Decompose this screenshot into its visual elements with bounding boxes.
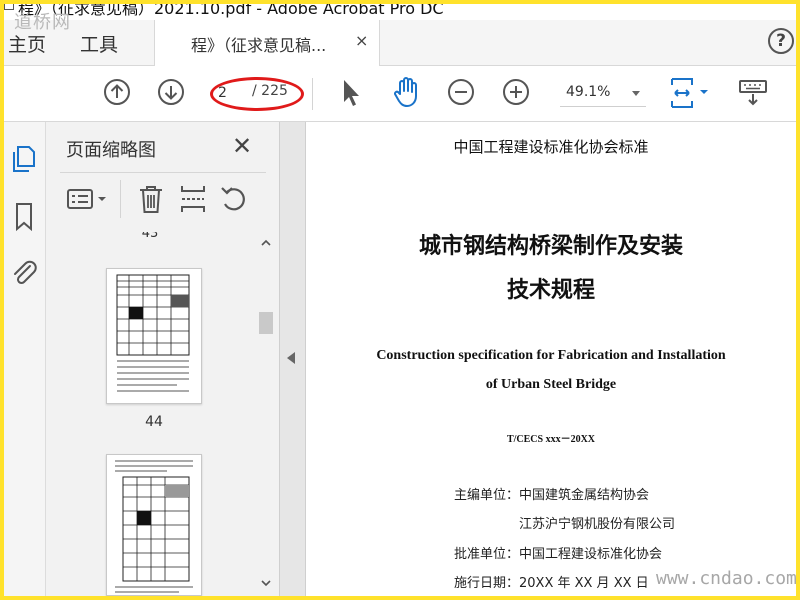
hand-icon	[394, 77, 417, 107]
panel-toolbar	[60, 178, 270, 222]
page-preview	[116, 274, 190, 392]
insert-page-icon	[181, 186, 205, 212]
meta-value: 江苏沪宁钢机股份有限公司	[519, 517, 676, 532]
main-toolbar: / 225 49.1%	[4, 66, 796, 122]
tab-close-icon[interactable]: ×	[355, 31, 368, 50]
zoom-out-button[interactable]	[446, 77, 476, 107]
paperclip-icon	[14, 260, 37, 285]
red-annotation-ellipse	[210, 77, 304, 111]
meta-value: 20XX 年 XX 月 XX 日	[519, 576, 649, 591]
bookmark-icon	[16, 203, 32, 232]
document-title-line1: 城市钢结构桥梁制作及安装	[418, 234, 683, 259]
minus-circle-icon	[448, 79, 474, 105]
chevron-down-icon	[632, 91, 640, 96]
page-thumbnail[interactable]	[106, 454, 202, 596]
panel-collapse-handle[interactable]	[280, 122, 306, 596]
navigation-rail	[4, 122, 46, 596]
document-page: 中国工程建设标准化协会标准 城市钢结构桥梁制作及安装 技术规程 Construc…	[306, 122, 796, 596]
arrow-down-circle-icon	[158, 79, 184, 105]
zoom-in-button[interactable]	[501, 77, 531, 107]
thumbnail-scrollbar[interactable]	[256, 234, 274, 594]
panel-divider	[60, 172, 266, 173]
tab-home[interactable]: 主页	[8, 30, 46, 57]
attachments-button[interactable]	[8, 256, 42, 290]
cursor-arrow-icon	[344, 80, 359, 106]
bookmarks-button[interactable]	[8, 200, 42, 234]
page-fit-button[interactable]	[668, 76, 714, 110]
page-thumbnails-icon	[13, 146, 35, 172]
zoom-select[interactable]: 49.1%	[560, 81, 646, 107]
scrollbar-thumb[interactable]	[259, 312, 273, 334]
document-icon	[4, 0, 14, 10]
keyboard-button[interactable]	[738, 79, 768, 107]
meta-value: 中国工程建设标准化协会	[519, 547, 663, 562]
keyboard-icon	[739, 80, 767, 106]
tab-document-label: 程》（征求意见稿...	[191, 36, 327, 55]
insert-page-button[interactable]	[178, 183, 208, 215]
collapse-arrow-icon	[287, 352, 295, 364]
meta-label: 施行日期：	[454, 576, 520, 591]
toolbar-divider	[312, 78, 313, 110]
page-thumbnails-panel: 页面缩略图 ✕ 43 44	[46, 122, 280, 596]
panel-title: 页面缩略图	[66, 140, 156, 161]
meta-label: 主编单位：	[454, 488, 520, 503]
chevron-up-icon[interactable]	[260, 238, 272, 248]
window-title-bar: 程》（征求意见稿）2021.10.pdf - Adobe Acrobat Pro…	[4, 0, 796, 20]
page-thumbnail[interactable]	[106, 268, 202, 404]
standard-organization: 中国工程建设标准化协会标准	[453, 138, 649, 156]
thumbnail-label: 43	[141, 232, 159, 241]
thumbnail-label: 44	[145, 414, 163, 430]
meta-value: 中国建筑金属结构协会	[519, 488, 650, 503]
thumbnail-list: 43 44	[60, 232, 256, 596]
page-preview	[115, 460, 193, 593]
watermark-logo: 道桥网	[14, 12, 71, 33]
hand-tool-button[interactable]	[390, 75, 424, 109]
document-title-line2: 技术规程	[506, 278, 595, 303]
plus-circle-icon	[503, 79, 529, 105]
delete-page-button[interactable]	[136, 183, 166, 215]
page-fit-icon	[671, 78, 708, 108]
window-title: 程》（征求意见稿）2021.10.pdf - Adobe Acrobat Pro…	[18, 0, 444, 18]
close-icon[interactable]: ✕	[232, 132, 252, 160]
arrow-up-circle-icon	[104, 79, 130, 105]
rotate-page-button[interactable]	[218, 183, 250, 215]
english-title-line1: Construction specification for Fabricati…	[376, 348, 726, 363]
page-thumbnails-button[interactable]	[8, 142, 42, 176]
options-menu-button[interactable]	[66, 186, 110, 214]
help-icon[interactable]: ?	[768, 28, 794, 54]
english-title-line2: of Urban Steel Bridge	[485, 377, 617, 392]
watermark-url: www.cndao.com	[656, 568, 797, 589]
standard-code: T/CECS xxx－20XX	[506, 434, 596, 445]
tab-document[interactable]: 程》（征求意见稿... ×	[154, 20, 380, 67]
chevron-down-icon[interactable]	[260, 578, 272, 588]
trash-icon	[140, 186, 162, 213]
tab-tools[interactable]: 工具	[80, 30, 118, 57]
rotate-icon	[221, 187, 245, 211]
next-page-button[interactable]	[156, 77, 186, 107]
meta-label: 批准单位：	[454, 547, 520, 562]
select-tool-button[interactable]	[338, 77, 364, 109]
previous-page-button[interactable]	[102, 77, 132, 107]
list-options-icon	[67, 189, 106, 209]
panel-toolbar-divider	[120, 180, 121, 218]
tab-bar: 主页 工具 程》（征求意见稿... × ?	[4, 20, 796, 67]
page-navigator: / 225	[210, 77, 304, 111]
zoom-value: 49.1%	[566, 84, 611, 100]
